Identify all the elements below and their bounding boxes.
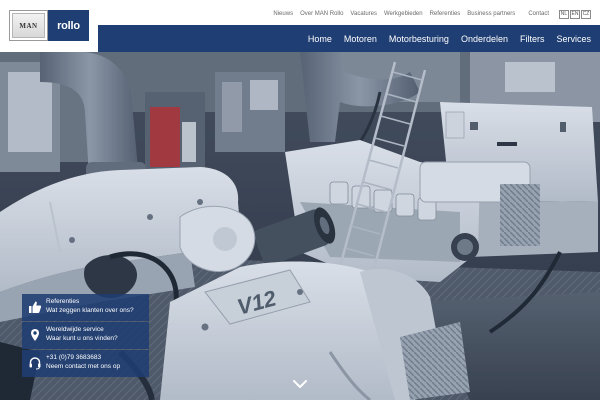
topnav-nieuws[interactable]: Nieuws [273, 9, 293, 19]
info-box-wereldwijde-service[interactable]: Wereldwijde service Waar kunt u ons vind… [22, 322, 149, 349]
info-box-service-subtitle: Waar kunt u ons vinden? [46, 335, 118, 342]
top-navigation: Nieuws Over MAN Rollo Vacatures Werkgebi… [266, 9, 591, 19]
language-switcher: NL EN CZ [558, 9, 591, 19]
topnav-werkgebieden[interactable]: Werkgebieden [384, 9, 423, 19]
mainnav-motorbesturing[interactable]: Motorbesturing [389, 34, 449, 44]
mainnav-filters[interactable]: Filters [520, 34, 545, 44]
topnav-vacatures[interactable]: Vacatures [350, 9, 377, 19]
mainnav-services[interactable]: Services [556, 34, 591, 44]
lang-nl[interactable]: NL [559, 9, 569, 19]
map-pin-icon [31, 329, 39, 341]
lang-en[interactable]: EN [570, 9, 580, 19]
chevron-down-icon[interactable] [292, 378, 308, 390]
lang-cz[interactable]: CZ [581, 9, 591, 19]
man-logo-mark: MAN [12, 13, 45, 38]
info-box-contact-subtitle: Neem contact met ons op [46, 363, 121, 370]
topnav-referenties[interactable]: Referenties [430, 9, 461, 19]
topnav-contact[interactable]: Contact [528, 9, 549, 19]
man-logo[interactable]: MAN [9, 10, 48, 41]
topnav-over-man-rollo[interactable]: Over MAN Rollo [300, 9, 343, 19]
topnav-business-partners[interactable]: Business partners [467, 9, 515, 19]
main-navigation-items: Home Motoren Motorbesturing Onderdelen F… [296, 25, 591, 52]
site-header: MAN rollo Nieuws Over MAN Rollo Vacature… [0, 0, 600, 52]
main-navigation: Home Motoren Motorbesturing Onderdelen F… [98, 25, 600, 52]
mainnav-onderdelen[interactable]: Onderdelen [461, 34, 508, 44]
info-box-contact[interactable]: +31 (0)79 3683683 Neem contact met ons o… [22, 350, 149, 377]
mainnav-motoren[interactable]: Motoren [344, 34, 377, 44]
info-box-referenties[interactable]: Referenties Wat zeggen klanten over ons? [22, 294, 149, 321]
info-box-service-title: Wereldwijde service [46, 326, 104, 333]
info-box-referenties-title: Referenties [46, 298, 80, 305]
headset-icon [29, 357, 41, 370]
mainnav-home[interactable]: Home [308, 34, 332, 44]
info-box-referenties-subtitle: Wat zeggen klanten over ons? [46, 307, 134, 314]
thumbs-up-icon [29, 301, 42, 313]
info-box-phone-number: +31 (0)79 3683683 [46, 354, 102, 361]
rollo-logo[interactable]: rollo [48, 10, 89, 41]
